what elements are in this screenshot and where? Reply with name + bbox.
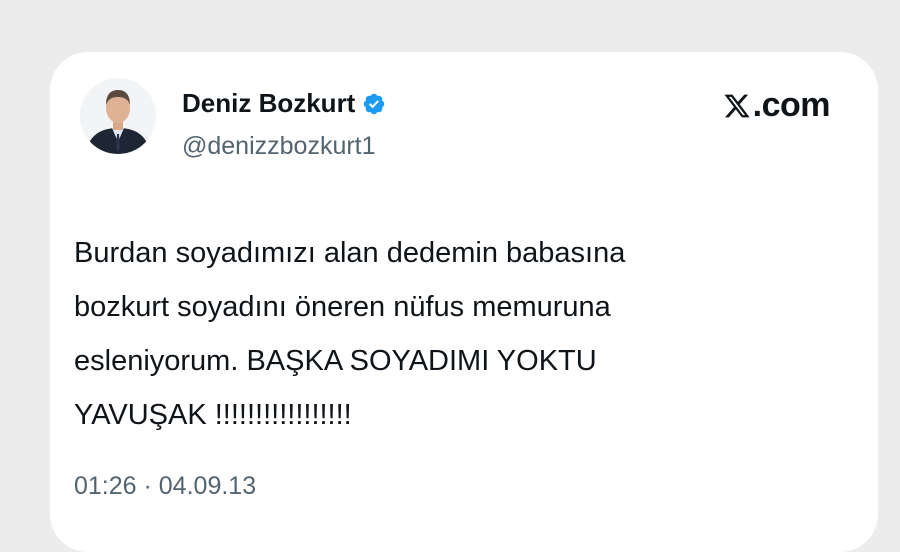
brand-domain-text: .com [752, 86, 831, 124]
tweet-line-3: esleniyorum. BAŞKA SOYADIMI YOKTU [74, 345, 597, 377]
tweet-line-1: Burdan soyadımızı alan dedemin babasına [74, 237, 626, 269]
author-handle[interactable]: @denizzbozkurt1 [182, 132, 376, 161]
tweet-body: Burdan soyadımızı alan dedemin babasına … [74, 226, 834, 442]
tweet-line-2: bozkurt soyadını öneren nüfus memuruna [74, 291, 611, 323]
avatar-image [80, 78, 156, 154]
author-name-text: Deniz Bozkurt [182, 88, 356, 118]
x-brand: .com [723, 86, 831, 125]
avatar[interactable] [80, 78, 156, 154]
tweet-date: 04.09.13 [158, 472, 257, 500]
timestamp-separator: · [136, 472, 159, 500]
x-logo-icon [724, 94, 750, 117]
tweet-line-4: YAVUŞAK !!!!!!!!!!!!!!!!! [74, 399, 352, 431]
tweet-timestamp[interactable]: 01:26 · 04.09.13 [74, 472, 256, 501]
tweet-time: 01:26 [74, 472, 137, 500]
author-display-name[interactable]: Deniz Bozkurt [182, 88, 386, 119]
tweet-card[interactable]: Deniz Bozkurt @denizzbozkurt1 .com Burda… [50, 52, 878, 552]
verified-badge-icon [364, 93, 385, 114]
